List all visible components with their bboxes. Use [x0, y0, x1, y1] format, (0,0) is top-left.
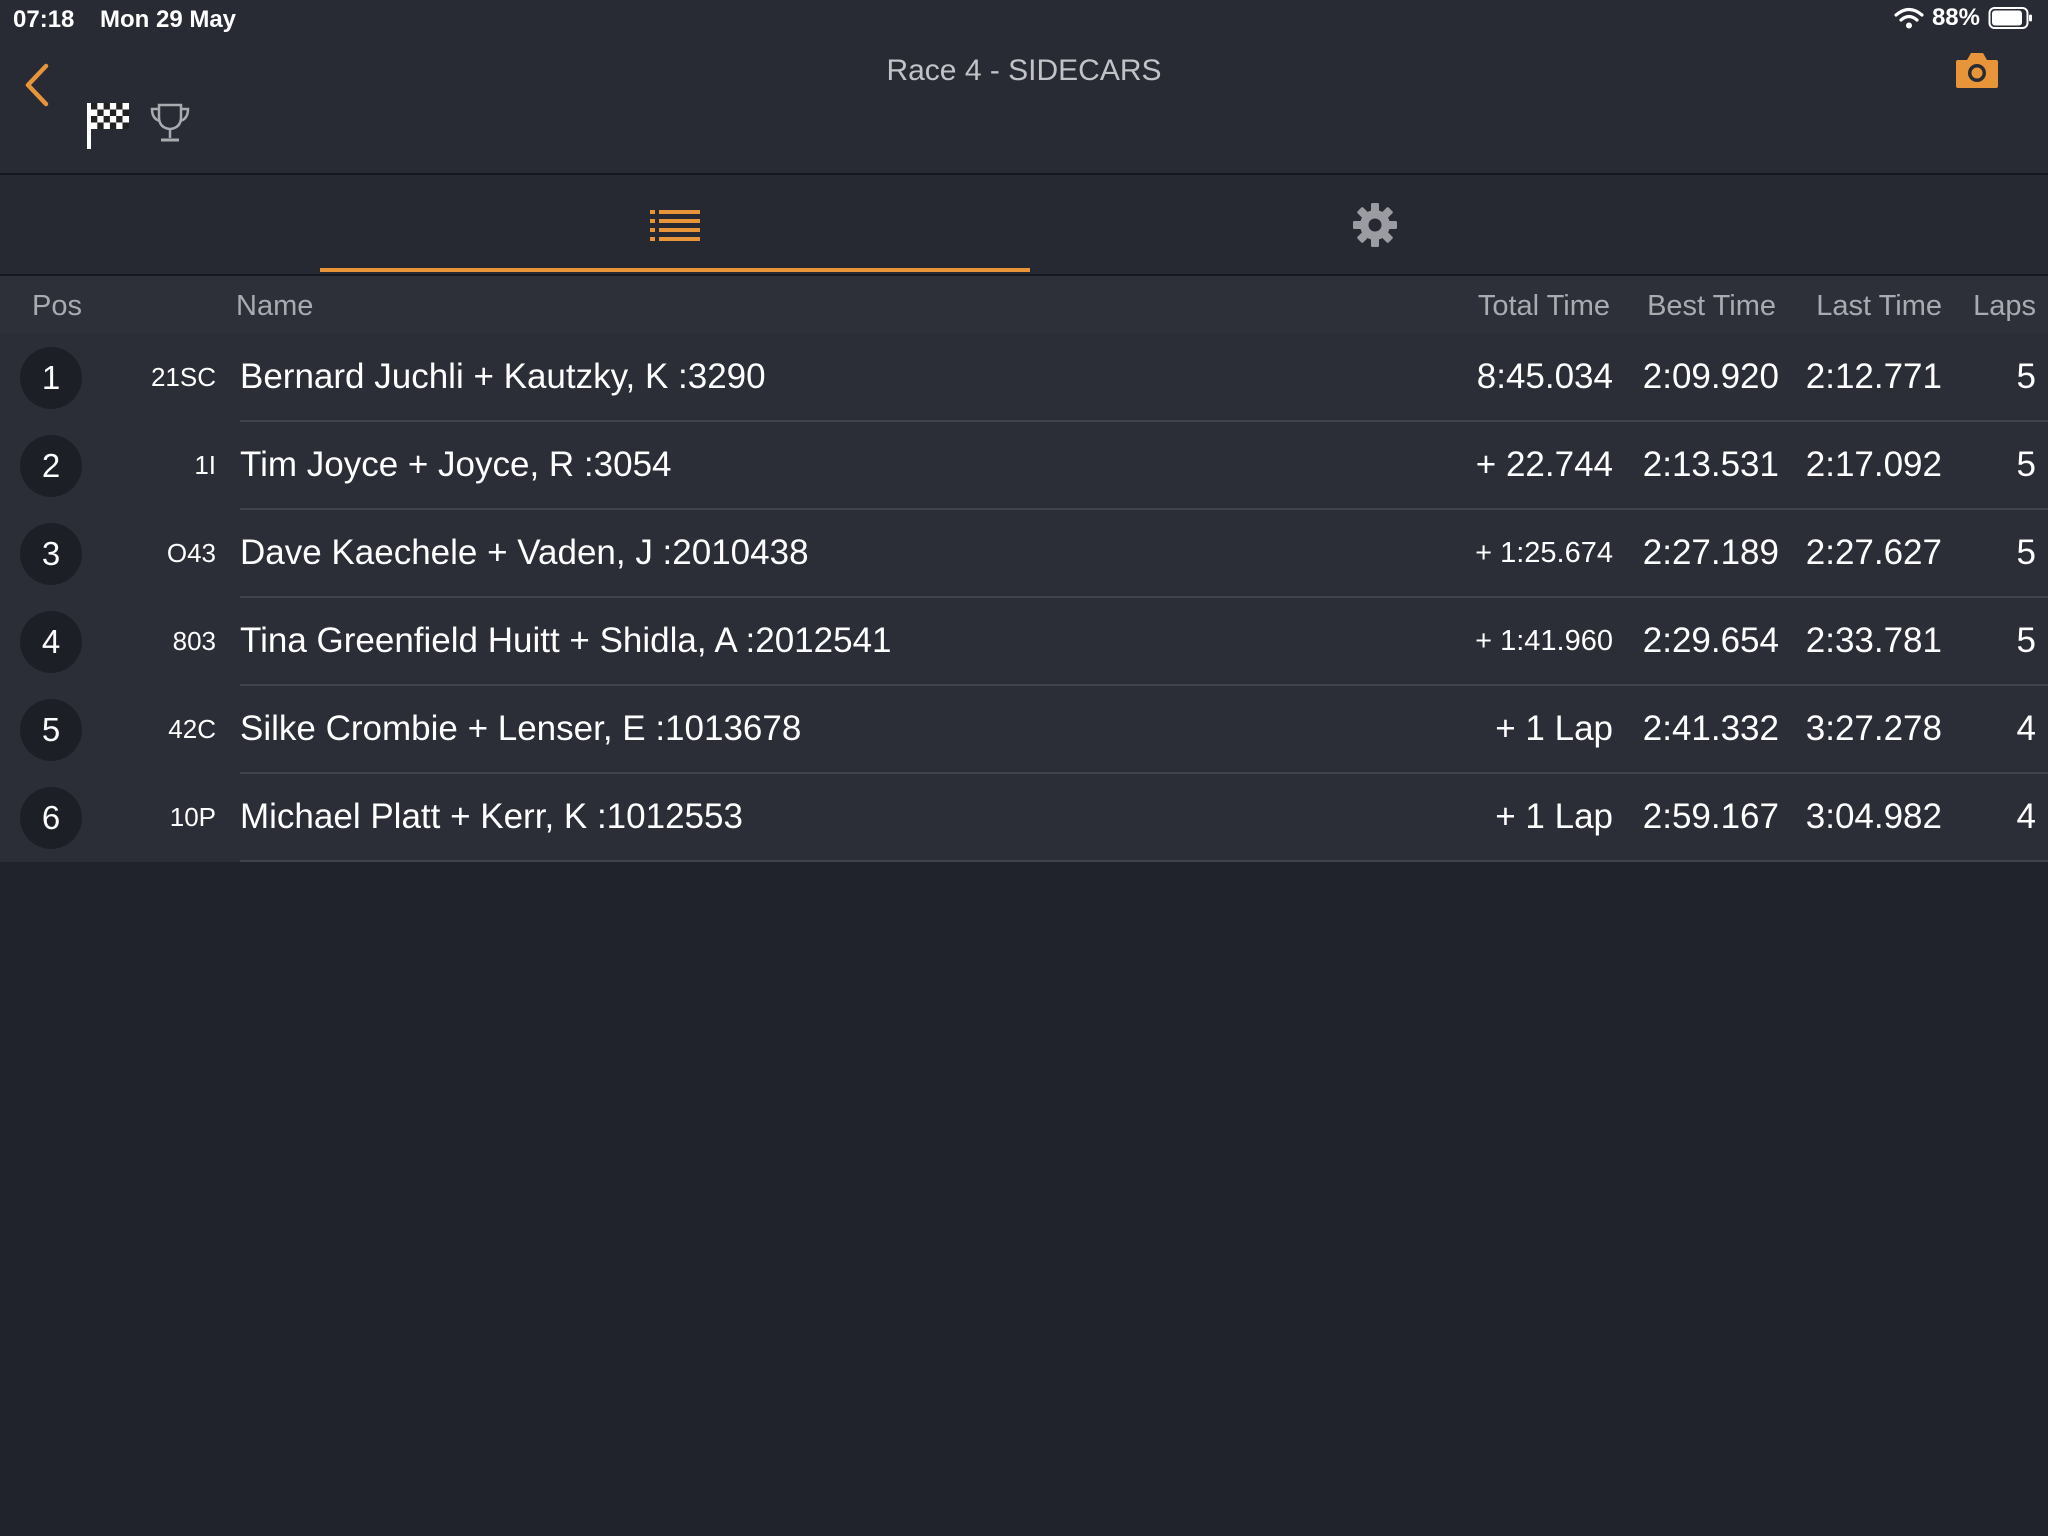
competitor-number: O43	[166, 537, 216, 568]
position-badge: 3	[20, 523, 82, 585]
checkered-flag-icon[interactable]	[86, 100, 132, 150]
table-row[interactable]: 3 O43 Dave Kaechele + Vaden, J :2010438 …	[0, 510, 2048, 598]
column-header-total-time[interactable]: Total Time	[1478, 290, 1610, 323]
column-header-name[interactable]: Name	[236, 290, 313, 323]
best-time: 2:13.531	[1642, 445, 1779, 484]
gear-icon	[1353, 202, 1397, 247]
competitor-name: Dave Kaechele + Vaden, J :2010438	[240, 533, 809, 572]
position-badge: 2	[20, 435, 82, 497]
results-table-header: Pos Name Total Time Best Time Last Time …	[0, 276, 2048, 334]
navigation-header: 07:18 Mon 29 May 88% Race 4 - SIDECARS	[0, 0, 2048, 175]
column-header-pos[interactable]: Pos	[32, 290, 82, 323]
total-time: + 1 Lap	[1495, 709, 1613, 748]
row-divider	[240, 860, 2048, 862]
list-icon	[650, 209, 700, 241]
trophy-icon[interactable]	[148, 102, 192, 146]
competitor-name: Michael Platt + Kerr, K :1012553	[240, 797, 743, 836]
competitor-name: Tim Joyce + Joyce, R :3054	[240, 445, 672, 484]
best-time: 2:59.167	[1642, 797, 1779, 836]
best-time: 2:09.920	[1642, 357, 1779, 396]
camera-icon	[1956, 53, 1998, 88]
last-time: 3:04.982	[1805, 797, 1942, 836]
table-row[interactable]: 2 1I Tim Joyce + Joyce, R :3054 + 22.744…	[0, 422, 2048, 510]
last-time: 2:17.092	[1805, 445, 1942, 484]
laps-count: 5	[2016, 357, 2036, 396]
tab-list[interactable]	[320, 175, 1030, 274]
total-time: + 1:25.674	[1475, 536, 1613, 569]
laps-count: 4	[2016, 709, 2036, 748]
laps-count: 4	[2016, 797, 2036, 836]
laps-count: 5	[2016, 533, 2036, 572]
camera-button[interactable]	[1954, 50, 2000, 95]
position-badge: 6	[20, 787, 82, 849]
competitor-number: 21SC	[150, 361, 216, 392]
total-time: + 1 Lap	[1495, 797, 1613, 836]
last-time: 2:33.781	[1805, 621, 1942, 660]
last-time: 3:27.278	[1805, 709, 1942, 748]
column-header-last-time[interactable]: Last Time	[1816, 290, 1942, 323]
table-row[interactable]: 4 803 Tina Greenfield Huitt + Shidla, A …	[0, 598, 2048, 686]
competitor-number: 803	[172, 625, 216, 656]
view-tabs	[0, 175, 2048, 276]
status-time: 07:18	[13, 6, 75, 33]
position-badge: 1	[20, 347, 82, 409]
wifi-icon	[1894, 7, 1924, 29]
position-badge: 5	[20, 699, 82, 761]
table-row[interactable]: 1 21SC Bernard Juchli + Kautzky, K :3290…	[0, 334, 2048, 422]
battery-percentage: 88%	[1931, 4, 1980, 31]
column-header-best-time[interactable]: Best Time	[1647, 290, 1776, 323]
table-row[interactable]: 6 10P Michael Platt + Kerr, K :1012553 +…	[0, 774, 2048, 862]
last-time: 2:27.627	[1805, 533, 1942, 572]
total-time: + 22.744	[1475, 445, 1613, 484]
best-time: 2:41.332	[1642, 709, 1779, 748]
position-badge: 4	[20, 611, 82, 673]
status-date: Mon 29 May	[100, 6, 237, 33]
active-tab-indicator	[320, 268, 1030, 272]
battery-icon	[1988, 7, 2032, 29]
laps-count: 5	[2016, 445, 2036, 484]
competitor-number: 10P	[169, 801, 216, 832]
competitor-number: 42C	[168, 713, 216, 744]
competitor-name: Tina Greenfield Huitt + Shidla, A :20125…	[240, 621, 892, 660]
last-time: 2:12.771	[1805, 357, 1942, 396]
total-time: + 1:41.960	[1475, 624, 1613, 657]
best-time: 2:27.189	[1642, 533, 1779, 572]
best-time: 2:29.654	[1642, 621, 1779, 660]
competitor-name: Bernard Juchli + Kautzky, K :3290	[240, 357, 766, 396]
results-table-body: 1 21SC Bernard Juchli + Kautzky, K :3290…	[0, 334, 2048, 862]
total-time: 8:45.034	[1476, 357, 1613, 396]
table-row[interactable]: 5 42C Silke Crombie + Lenser, E :1013678…	[0, 686, 2048, 774]
tab-settings[interactable]	[1020, 175, 1730, 274]
page-title: Race 4 - SIDECARS	[886, 54, 1162, 87]
column-header-laps[interactable]: Laps	[1973, 290, 2036, 323]
status-indicators: 88%	[1894, 4, 2034, 32]
competitor-number: 1I	[194, 449, 216, 480]
competitor-name: Silke Crombie + Lenser, E :1013678	[240, 709, 802, 748]
laps-count: 5	[2016, 621, 2036, 660]
